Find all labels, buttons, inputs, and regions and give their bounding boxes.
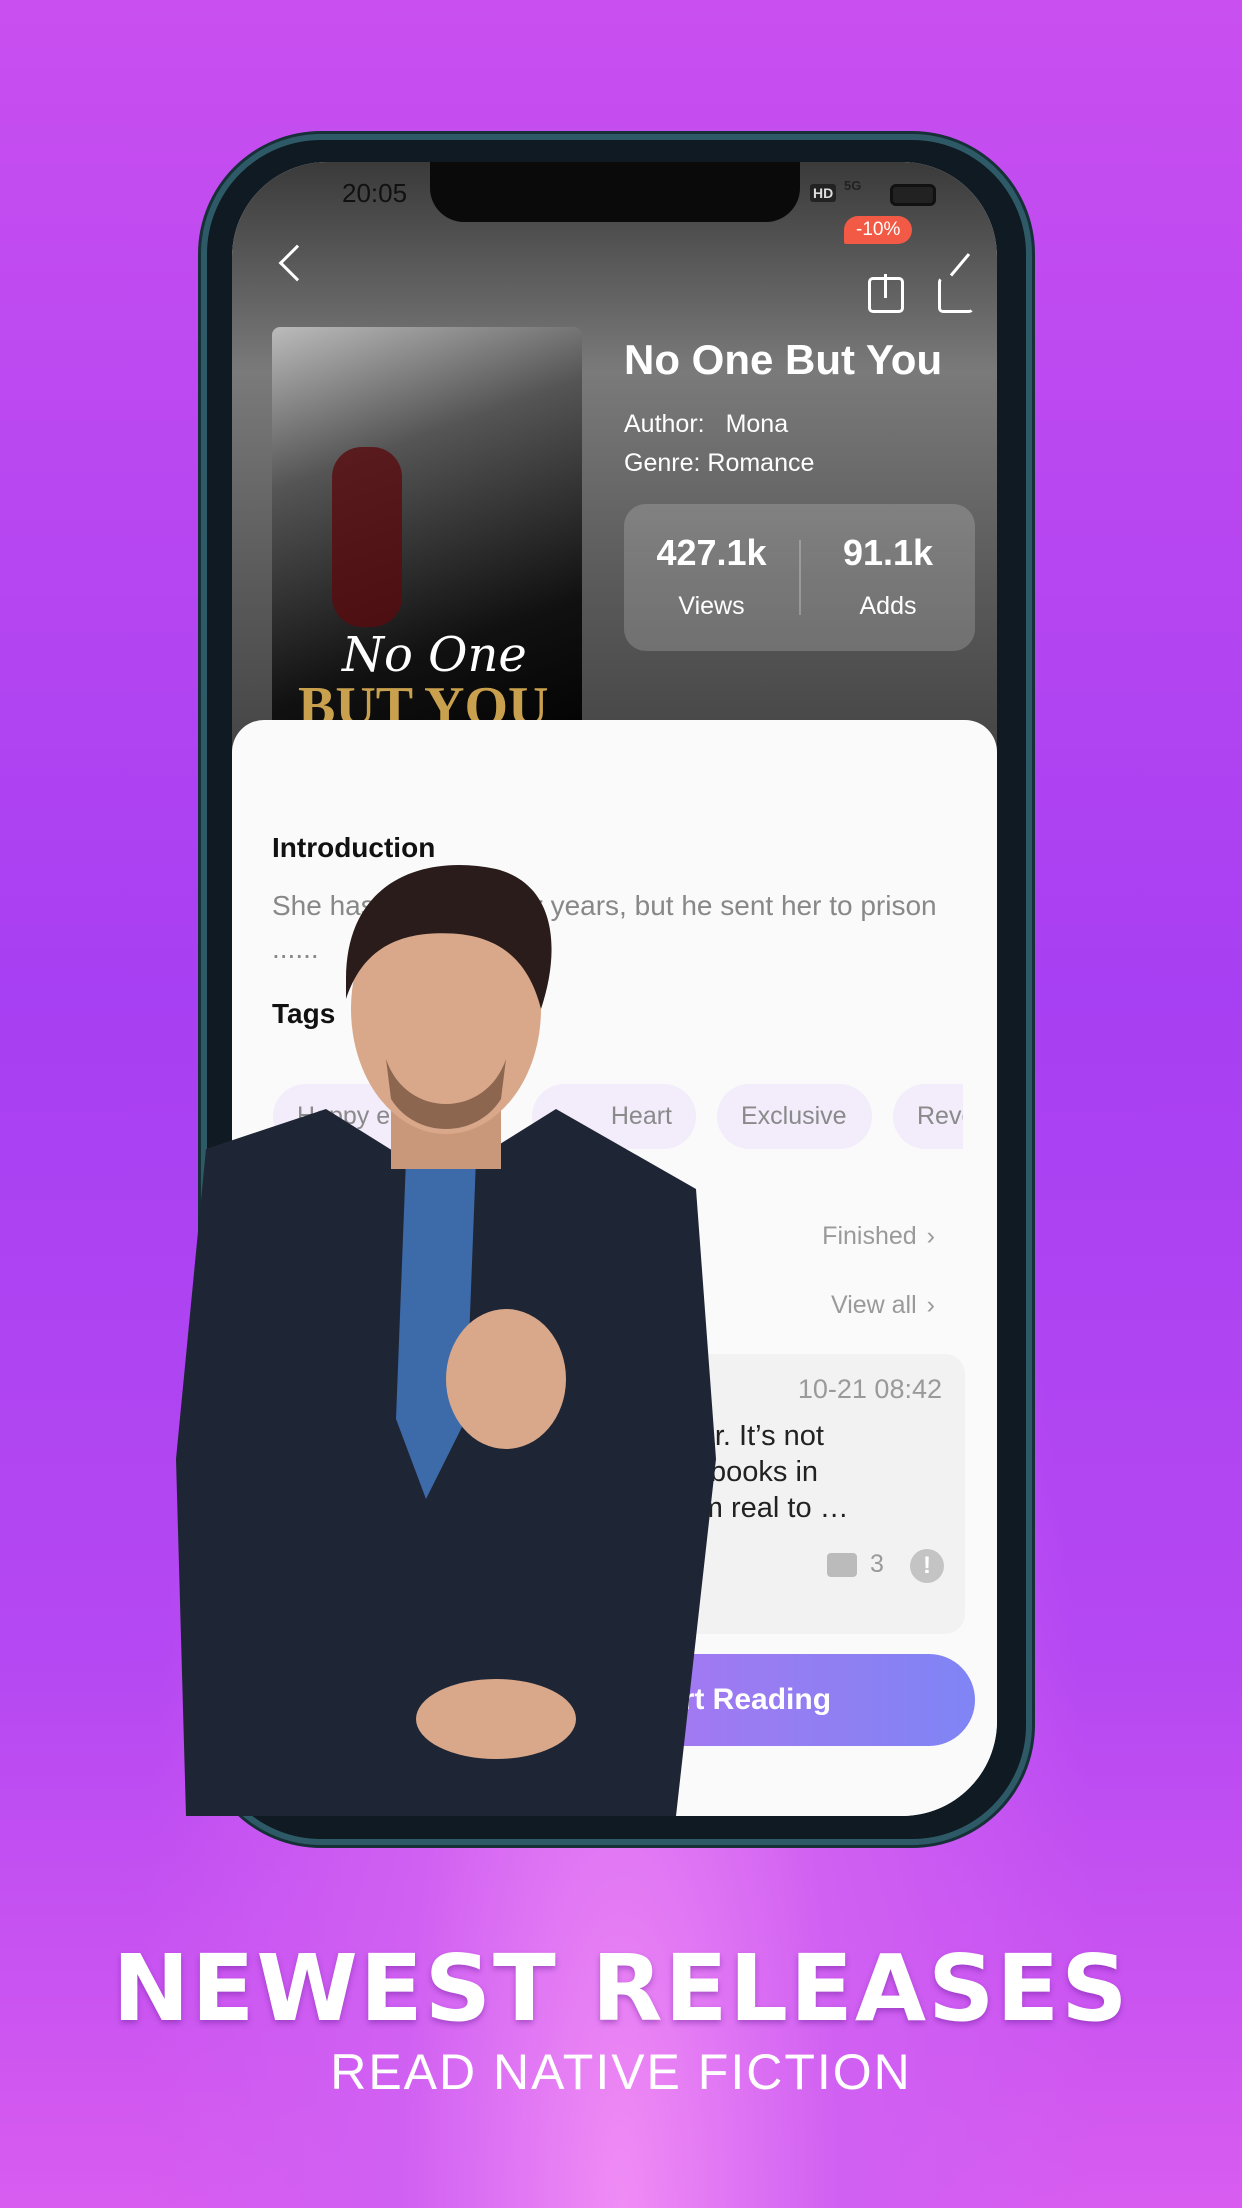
promo-model-figure — [176, 864, 716, 1816]
comment-icon[interactable] — [827, 1553, 857, 1577]
status-time: 20:05 — [342, 178, 408, 208]
tag-chip[interactable]: Exclusive — [717, 1084, 872, 1149]
adds-count: 91.1k — [842, 532, 934, 573]
view-all-link[interactable]: View all › — [831, 1291, 935, 1320]
review-date: 10-21 08:42 — [797, 1374, 942, 1404]
author-label: Author: — [624, 410, 705, 438]
chevron-right-icon: › — [926, 1291, 935, 1319]
report-icon[interactable]: ! — [910, 1549, 944, 1583]
genre-label: Genre: — [624, 449, 701, 477]
promo-subline: READ NATIVE FICTION — [330, 2044, 912, 2100]
views-count: 427.1k — [656, 532, 767, 573]
download-icon[interactable] — [868, 274, 904, 313]
discount-badge: -10% — [844, 216, 913, 244]
views-label: Views — [678, 592, 745, 620]
promo-headline: NEWEST RELEASES — [112, 1935, 1130, 2042]
genre-value[interactable]: Romance — [707, 449, 814, 477]
adds-label: Adds — [859, 592, 917, 620]
book-title: No One But You — [624, 336, 943, 383]
hd-icon: HD — [810, 184, 837, 202]
stats-panel: 427.1k Views 91.1k Adds — [624, 504, 975, 651]
tag-chip[interactable]: Reve — [893, 1084, 963, 1149]
book-cover[interactable]: No One BUT YOU — [272, 327, 582, 760]
battery-icon — [890, 184, 936, 206]
share-icon[interactable] — [938, 253, 974, 313]
comment-count: 3 — [870, 1550, 884, 1578]
signal-icon: 5G — [844, 178, 862, 193]
author-name[interactable]: Mona — [726, 410, 789, 438]
status-finished-link[interactable]: Finished › — [822, 1222, 935, 1251]
chevron-right-icon: › — [926, 1222, 935, 1250]
notch — [430, 162, 800, 222]
